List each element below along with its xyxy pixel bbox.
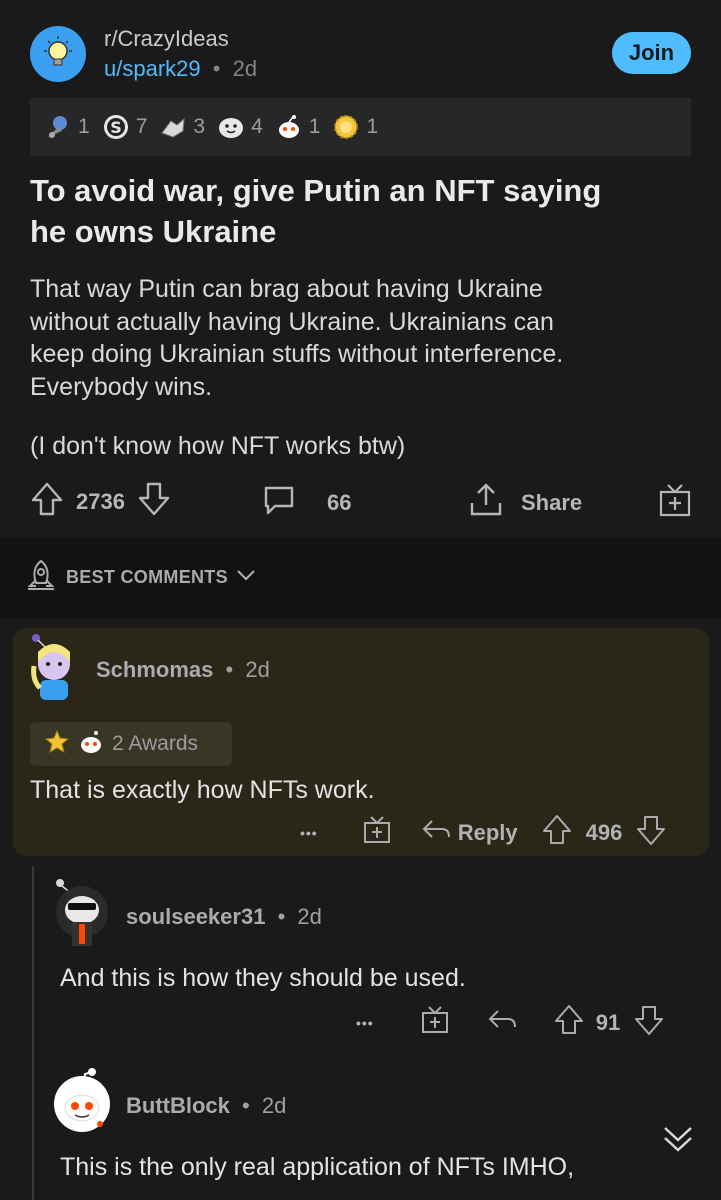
award-count: 3 — [193, 115, 206, 138]
share-icon — [467, 481, 505, 525]
post-card: r/CrazyIdeas u/spark29 • 2d Join 1 S 7 3… — [0, 0, 721, 538]
comment-meta: Schmomas • 2d — [96, 657, 270, 683]
post-body: That way Putin can brag about having Ukr… — [30, 273, 690, 403]
downvote-arrow-icon[interactable] — [634, 1004, 664, 1041]
comment-meta: soulseeker31 • 2d — [126, 904, 322, 930]
avatar[interactable] — [52, 1064, 112, 1136]
gift-icon[interactable] — [420, 1005, 450, 1040]
rocket-like-award-icon — [44, 113, 72, 141]
comment-bubble-icon — [261, 482, 297, 524]
comment-text: And this is how they should be used. — [60, 964, 466, 992]
comment-awards-chip[interactable]: 2 Awards — [30, 722, 232, 766]
thread-line[interactable] — [32, 866, 34, 1200]
reply-label: Reply — [457, 819, 518, 845]
reddit-post-page: r/CrazyIdeas u/spark29 • 2d Join 1 S 7 3… — [0, 0, 721, 1200]
subreddit-avatar[interactable] — [30, 26, 86, 82]
post-author[interactable]: u/spark29 — [104, 56, 201, 81]
gift-icon — [657, 482, 693, 524]
comment-action-bar: ••• 91 — [356, 1004, 664, 1041]
comment-vote-count: 496 — [585, 819, 623, 845]
collapse-thread-button[interactable] — [656, 1118, 700, 1162]
post-meta: u/spark29 • 2d — [104, 56, 257, 82]
upvote-arrow-icon[interactable] — [30, 481, 64, 523]
award-count: 1 — [308, 115, 321, 138]
sort-label: BEST COMMENTS — [66, 567, 228, 587]
upvote-arrow-icon[interactable] — [542, 814, 572, 851]
comment-author[interactable]: ButtBlock — [126, 1093, 230, 1118]
share-label: Share — [521, 490, 583, 515]
award-item: 1 — [275, 113, 321, 141]
comment-author[interactable]: Schmomas — [96, 657, 213, 682]
awards-count-label: 2 Awards — [112, 732, 198, 755]
award-count: 4 — [251, 115, 263, 138]
comment-age: 2d — [245, 657, 270, 682]
post-body-line: keep doing Ukrainian stuffs without inte… — [30, 340, 564, 368]
avatar[interactable] — [26, 632, 82, 704]
comments-button[interactable]: 66 — [261, 482, 351, 524]
comment-action-bar: ••• Reply 496 — [300, 814, 666, 851]
award-count: 1 — [78, 115, 90, 138]
wholesome-award-icon — [217, 113, 245, 141]
meta-separator: • — [212, 56, 221, 81]
reply-arrow-icon — [420, 817, 452, 848]
award-item: S 7 — [102, 113, 148, 141]
chevron-down-icon — [236, 568, 256, 587]
more-options-button[interactable]: ••• — [356, 1015, 374, 1031]
award-count: 1 — [366, 115, 379, 138]
meta-separator: • — [242, 1093, 250, 1118]
post-title-line: he owns Ukraine — [30, 214, 277, 249]
post-body-line: Everybody wins. — [30, 372, 213, 401]
award-count: 7 — [135, 115, 148, 138]
comment-age: 2d — [261, 1093, 287, 1118]
avatar[interactable] — [52, 878, 112, 948]
post-body-line: That way Putin can brag about having Ukr… — [30, 275, 543, 303]
post-vote-control: 2736 — [30, 481, 171, 523]
post-age: 2d — [232, 56, 258, 81]
post-title-line: To avoid war, give Putin an NFT saying — [30, 173, 602, 208]
comment-text: That is exactly how NFTs work. — [30, 776, 375, 804]
double-chevron-down-icon — [660, 1120, 696, 1161]
rocket-sort-icon — [24, 558, 58, 597]
award-item: 3 — [159, 113, 205, 141]
silver-award-icon: S — [102, 113, 130, 141]
more-options-button[interactable]: ••• — [300, 825, 318, 841]
award-item: 4 — [217, 113, 263, 141]
subreddit-name[interactable]: r/CrazyIdeas — [104, 26, 229, 52]
award-item: 1 — [44, 113, 90, 141]
upvote-arrow-icon[interactable] — [554, 1004, 584, 1041]
post-awards-bar[interactable]: 1 S 7 3 4 1 1 — [30, 98, 691, 156]
helpful-award-icon — [159, 113, 187, 141]
comment-sort-selector[interactable]: BEST COMMENTS — [24, 558, 256, 597]
snoo-award-icon — [275, 113, 303, 141]
downvote-arrow-icon[interactable] — [636, 814, 666, 851]
comment-text: This is the only real application of NFT… — [60, 1153, 575, 1181]
gift-icon[interactable] — [362, 815, 392, 850]
share-button[interactable]: Share — [467, 481, 582, 525]
svg-text:S: S — [110, 118, 122, 137]
comment-age: 2d — [297, 904, 322, 929]
reply-arrow-icon[interactable] — [486, 1007, 518, 1038]
comment-vote-count: 91 — [595, 1009, 621, 1035]
post-body-note: (I don't know how NFT works btw) — [30, 432, 406, 460]
meta-separator: • — [277, 904, 286, 929]
post-title[interactable]: To avoid war, give Putin an NFT saying h… — [30, 170, 690, 252]
post-vote-count: 2736 — [76, 489, 125, 514]
gold-star-award-icon — [44, 729, 70, 760]
downvote-arrow-icon[interactable] — [137, 481, 171, 523]
post-body-line: without actually having Ukraine. Ukraini… — [30, 307, 554, 336]
starstruck-award-icon — [332, 113, 360, 141]
snoo-award-icon — [78, 729, 104, 760]
comment-count: 66 — [327, 490, 352, 515]
award-gift-button[interactable] — [657, 482, 693, 524]
post-action-bar: 2736 66 Share — [0, 478, 721, 524]
meta-separator: • — [225, 657, 234, 682]
lightbulb-icon — [44, 36, 72, 66]
comment-author[interactable]: soulseeker31 — [126, 904, 265, 929]
join-button[interactable]: Join — [612, 32, 691, 74]
comment-meta: ButtBlock • 2d — [126, 1093, 286, 1119]
award-item: 1 — [332, 113, 378, 141]
reply-button[interactable]: Reply — [420, 817, 518, 848]
